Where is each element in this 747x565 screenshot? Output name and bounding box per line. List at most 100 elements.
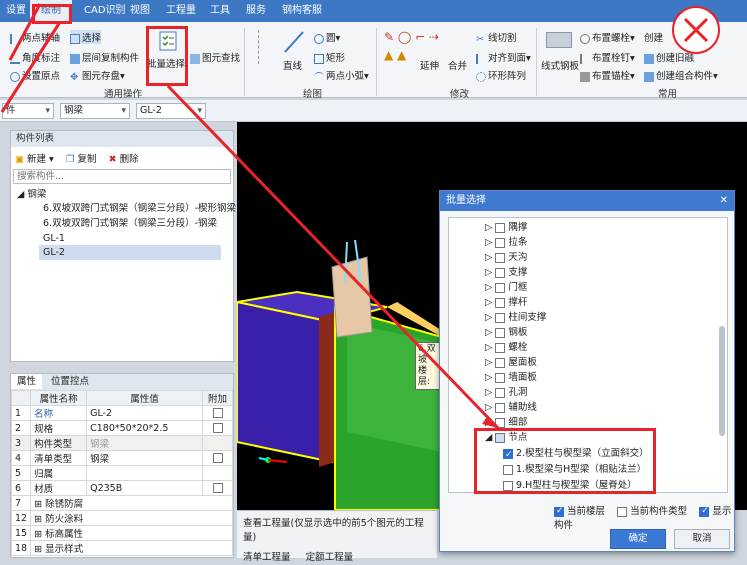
tab-control-points[interactable]: 位置控点 xyxy=(45,374,95,389)
highlight-batch-select xyxy=(146,26,188,86)
expand-icon: ⊞ xyxy=(34,499,43,510)
tree-item[interactable]: ▷ 辅助线 xyxy=(485,400,537,415)
extra-checkbox[interactable] xyxy=(212,423,223,433)
modify-tools-row2[interactable]: ▲ ▲ xyxy=(384,48,406,62)
table-row[interactable]: 7 ⊞ 除锈防腐 xyxy=(10,495,233,511)
create-combo-button[interactable]: 创建组合构件▾ xyxy=(644,68,718,82)
angle-dimension-button[interactable]: 角度标注 xyxy=(10,50,60,64)
tree-item[interactable]: ▷ 屋面板 xyxy=(485,355,537,370)
menu-view[interactable]: 视图 xyxy=(124,0,156,22)
point-tool-icon[interactable] xyxy=(258,30,272,64)
table-row[interactable]: 15 ⊞ 标高属性 xyxy=(10,525,233,541)
highlight-node-items xyxy=(474,428,656,494)
group-common-label: 常用 xyxy=(658,89,678,100)
props-tabs: 属性 位置控点 xyxy=(11,374,233,390)
table-row[interactable]: 4 清单类型 钢梁 xyxy=(10,450,233,466)
rect-tool[interactable]: 矩形 xyxy=(314,50,345,64)
copy-button[interactable]: ❐ 复制 xyxy=(66,154,97,165)
table-row[interactable]: 1 名称 GL-2 xyxy=(10,405,233,421)
component-list-panel: 构件列表 ▣ 新建 ▾ ❐ 复制 ✖ 删除 ◢ 钢梁 6.双坡双跨门式钢架（钢梁… xyxy=(10,130,236,362)
merge-tool[interactable]: 合并 xyxy=(448,58,467,72)
line-tool-icon[interactable] xyxy=(283,30,305,54)
table-row[interactable]: 12 ⊞ 防火涂料 xyxy=(10,510,233,526)
table-row[interactable]: 2 规格 C180*50*20*2.5 xyxy=(10,420,233,436)
tree-item[interactable]: ▷ 门框 xyxy=(485,280,527,295)
tree-item[interactable]: ▷ 拉条 xyxy=(485,235,527,250)
place-anchor-button[interactable]: 布置锚栓▾ xyxy=(580,68,635,82)
tree-item[interactable]: ▷ 撑杆 xyxy=(485,295,527,310)
component-combo[interactable]: GL-2 xyxy=(136,103,206,119)
place-bolt-button[interactable]: 布置螺栓▾ xyxy=(580,30,635,44)
line-cut-tool[interactable]: ✂ 线切割 xyxy=(476,30,517,45)
col-name-header: 属性名称 xyxy=(30,390,88,406)
extra-checkbox[interactable] xyxy=(212,408,223,418)
line-tool-label: 直线 xyxy=(283,61,303,72)
tree-item[interactable]: ▷ 支撑 xyxy=(485,265,527,280)
component-toolbar: ▣ 新建 ▾ ❐ 复制 ✖ 删除 xyxy=(15,151,139,165)
menu-tools[interactable]: 工具 xyxy=(204,0,236,22)
current-floor-option[interactable]: 当前楼层 xyxy=(554,506,605,517)
menu-steel-support[interactable]: 钢构客服 xyxy=(276,0,328,22)
select-button[interactable]: 选择 xyxy=(70,30,102,44)
stud-icon xyxy=(580,53,590,64)
move-icon: ✥ xyxy=(70,71,79,83)
dialog-close-icon[interactable]: ✕ xyxy=(720,191,728,211)
tab-properties[interactable]: 属性 xyxy=(11,374,43,389)
type-combo[interactable]: 钢梁 xyxy=(60,103,130,119)
tree-item[interactable]: ▷ 墙面板 xyxy=(485,370,537,385)
list-item-selected[interactable]: GL-2 xyxy=(39,245,221,260)
new-icon: ▣ xyxy=(15,154,24,165)
arc-icon xyxy=(314,71,324,82)
component-list-title: 构件列表 xyxy=(11,131,233,147)
table-row[interactable]: 18 ⊞ 显示样式 xyxy=(10,540,233,556)
quantity-panel: 查看工程量(仅显示选中的前5个图元的工程量) 清单工程量 定额工程量 xyxy=(237,510,437,563)
close-icon[interactable] xyxy=(670,4,722,56)
component-search-input[interactable] xyxy=(13,169,231,184)
table-row[interactable]: 6 材质 Q235B xyxy=(10,480,233,496)
menu-settings[interactable]: 设置 xyxy=(0,0,32,22)
save-element-button[interactable]: ✥ 图元存盘▾ xyxy=(70,68,125,83)
tree-item[interactable]: ▷ 柱间支撑 xyxy=(485,310,546,325)
two-point-axis-button[interactable]: 两点辅轴 xyxy=(10,30,60,44)
floor-combo[interactable]: 件 xyxy=(2,103,54,119)
menu-quantity[interactable]: 工程量 xyxy=(160,0,202,22)
align-face-tool[interactable]: 对齐到面▾ xyxy=(476,50,531,64)
create-button[interactable]: 创建 xyxy=(644,30,663,44)
expand-icon: ⊞ xyxy=(34,529,43,540)
menu-service[interactable]: 服务 xyxy=(240,0,272,22)
arc-tool[interactable]: 两点小弧▾ xyxy=(314,68,369,82)
delete-button[interactable]: ✖ 删除 xyxy=(109,154,139,165)
current-type-option[interactable]: 当前构件类型 xyxy=(617,506,687,517)
ribbon-separator xyxy=(376,28,377,96)
table-row[interactable]: 5 归属 xyxy=(10,465,233,481)
tree-item[interactable]: ▷ 隅撑 xyxy=(485,220,527,235)
tree-item[interactable]: ▷ 天沟 xyxy=(485,250,527,265)
tree-item[interactable]: ▷ 螺栓 xyxy=(485,340,527,355)
list-item[interactable]: 6.双坡双跨门式钢架（钢梁三分段）-钢梁 xyxy=(43,216,217,231)
origin-icon xyxy=(10,71,20,82)
tree-root-steel-beam[interactable]: ◢ 钢梁 xyxy=(17,187,46,202)
cancel-button[interactable]: 取消 xyxy=(674,529,730,549)
create-icon xyxy=(644,53,654,64)
copy-icon: ❐ xyxy=(65,154,75,165)
new-button[interactable]: ▣ 新建 ▾ xyxy=(15,154,54,165)
extra-checkbox[interactable] xyxy=(212,483,223,493)
ok-button[interactable]: 确定 xyxy=(610,529,666,549)
circle-tool[interactable]: 圆▾ xyxy=(314,30,340,44)
list-item[interactable]: GL-1 xyxy=(43,231,65,246)
table-row[interactable]: 3 构件类型 钢梁 xyxy=(10,435,233,451)
extend-tool[interactable]: 延伸 xyxy=(420,58,439,72)
col-extra-header: 附加 xyxy=(202,390,233,406)
place-stud-button[interactable]: 布置栓钉▾ xyxy=(580,50,635,64)
steel-plate-icon[interactable] xyxy=(546,32,572,48)
ring-array-tool[interactable]: 环形阵列 xyxy=(476,68,526,82)
list-item[interactable]: 6.双坡双跨门式钢架（钢梁三分段）-楔形钢梁 xyxy=(43,201,236,216)
floor-copy-button[interactable]: 层间复制构件 xyxy=(70,50,139,64)
extra-checkbox[interactable] xyxy=(212,453,223,463)
tree-item[interactable]: ▷ 钢板 xyxy=(485,325,527,340)
dialog-scrollbar[interactable] xyxy=(719,326,725,436)
find-element-button[interactable]: 图元查找 xyxy=(190,50,240,64)
set-origin-button[interactable]: 设置原点 xyxy=(10,68,60,82)
modify-tools-row1[interactable]: ✎ ◯ ⌐ ⇢ xyxy=(384,30,439,44)
tree-item[interactable]: ▷ 孔洞 xyxy=(485,385,527,400)
